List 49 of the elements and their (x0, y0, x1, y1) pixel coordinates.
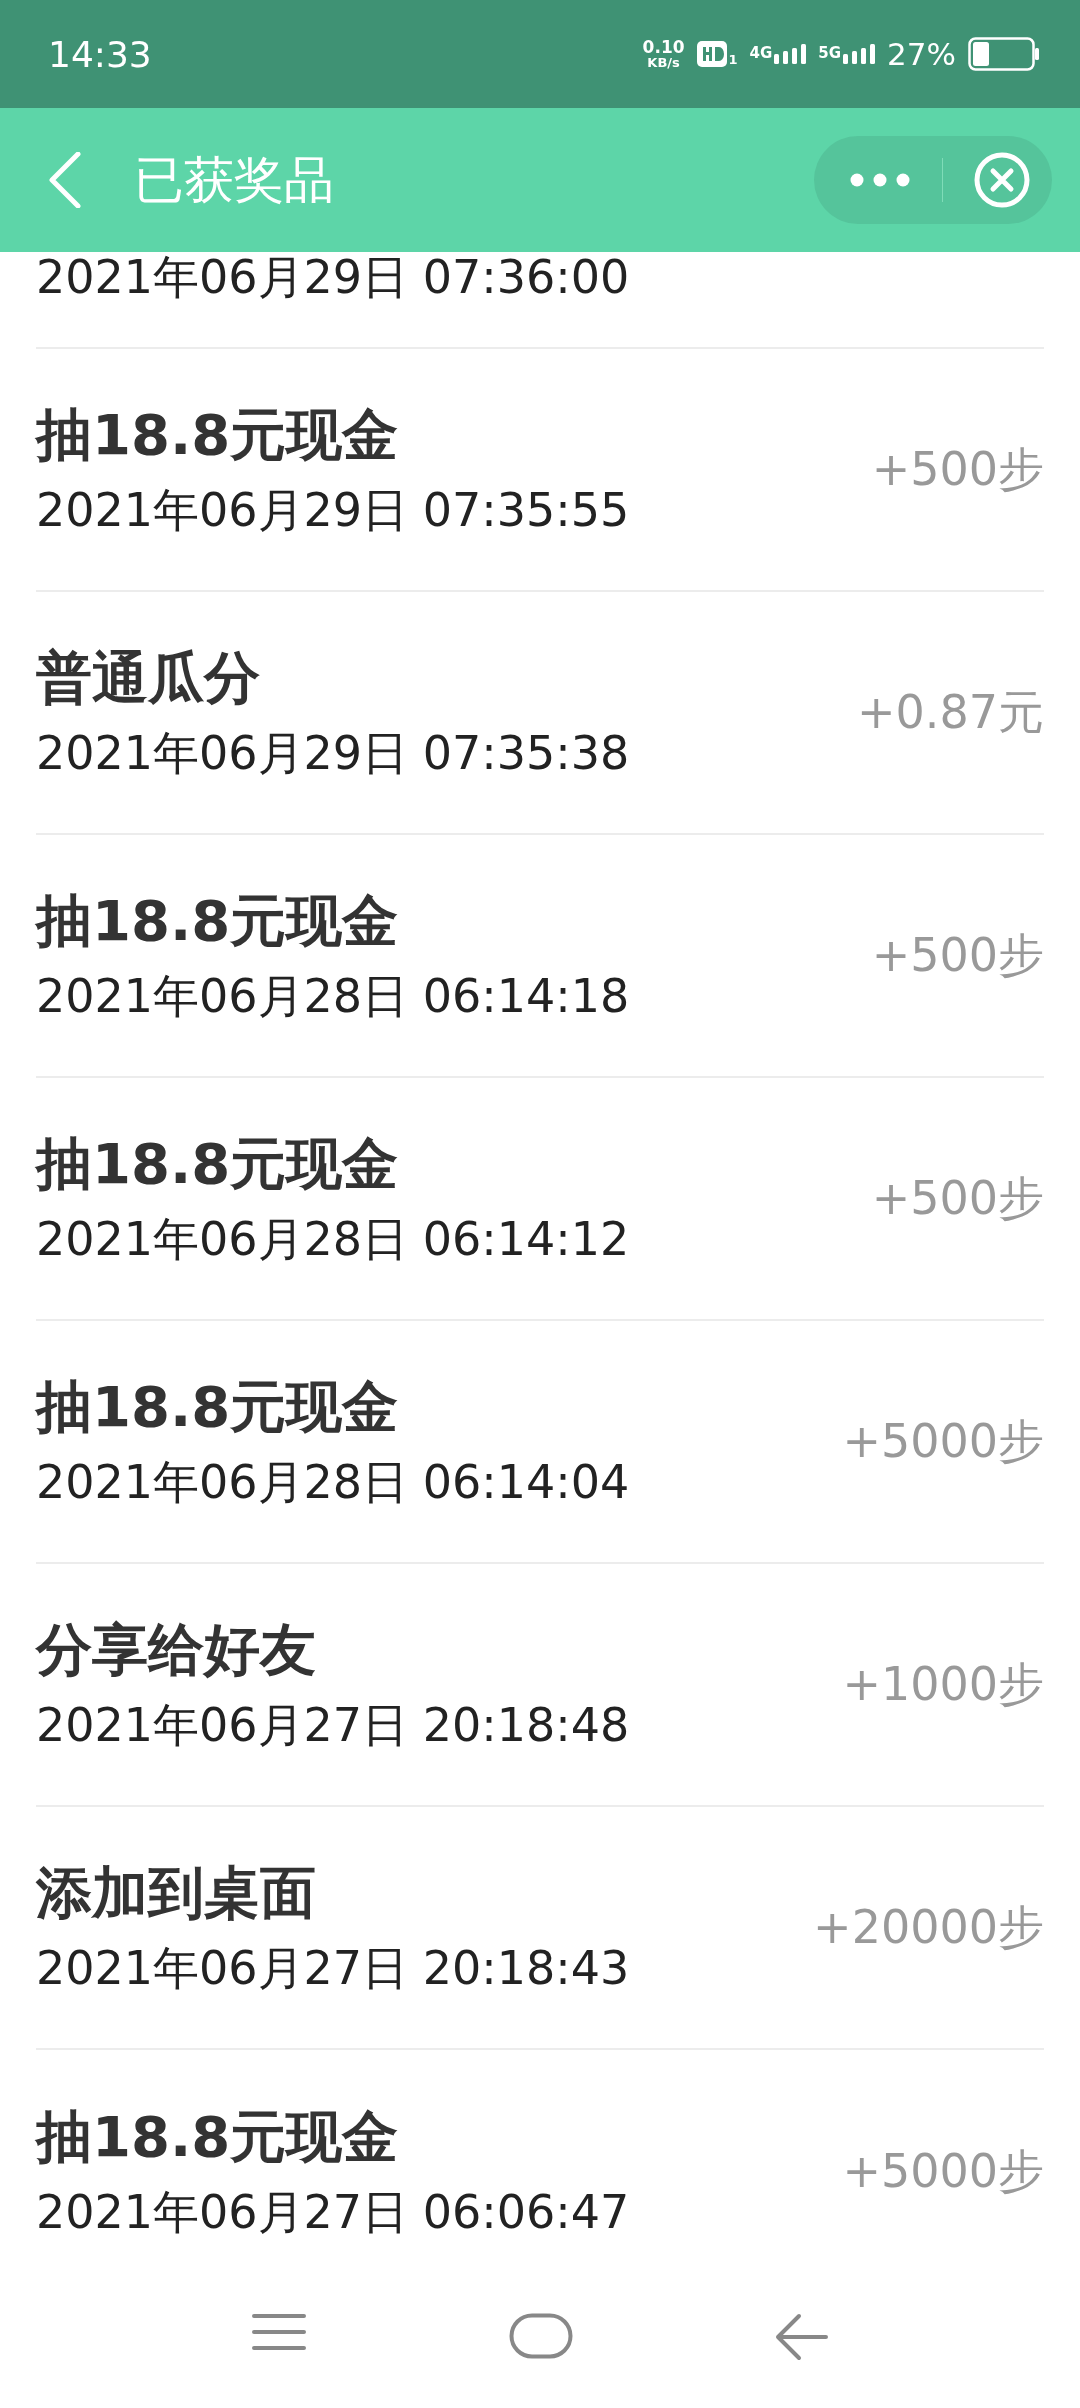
record-title: 抽18.8元现金 (36, 1373, 400, 1441)
network-label: 5G (818, 44, 842, 62)
signal-icon (774, 44, 807, 64)
record-date: 2021年06月29日 07:35:55 (36, 482, 630, 538)
back-icon (48, 152, 82, 208)
record-date: 2021年06月28日 06:14:18 (36, 968, 630, 1024)
hd-sub-label: 1 (728, 52, 738, 67)
reward-amount: +0.87元 (857, 683, 1044, 741)
close-icon (974, 152, 1030, 208)
record-date: 2021年06月27日 20:18:48 (36, 1697, 630, 1753)
reward-amount: +500步 (871, 1169, 1044, 1227)
reward-amount: +1000步 (842, 1655, 1044, 1713)
close-button[interactable] (974, 152, 1030, 208)
speed-unit: KB/s (647, 56, 680, 69)
record-date: 2021年06月29日 07:35:38 (36, 725, 630, 781)
record-title: 抽18.8元现金 (36, 2103, 400, 2171)
menu-icon (251, 2313, 307, 2351)
page-title: 已获奖品 (134, 149, 335, 211)
reward-amount: +5000步 (842, 2142, 1044, 2200)
more-button[interactable] (850, 173, 910, 187)
hd-icon (696, 41, 727, 67)
record-date: 2021年06月29日 07:36:00 (36, 252, 630, 306)
record-title: 抽18.8元现金 (36, 401, 400, 469)
record-date: 2021年06月27日 06:06:47 (36, 2184, 630, 2240)
reward-amount: +500步 (871, 926, 1044, 984)
record-title: 分享给好友 (36, 1616, 317, 1684)
reward-amount: +20000步 (813, 1898, 1044, 1956)
record-date: 2021年06月28日 06:14:04 (36, 1454, 630, 1510)
reward-amount: +5000步 (842, 1412, 1044, 1470)
network-label: 4G (749, 44, 773, 62)
menu-button[interactable] (251, 2313, 307, 2351)
battery-percent: 27% (887, 36, 956, 72)
record-title: 普通瓜分 (36, 644, 261, 712)
record-date: 2021年06月28日 06:14:12 (36, 1211, 630, 1267)
signal-icon (843, 44, 876, 64)
record-title: 抽18.8元现金 (36, 887, 400, 955)
back-button[interactable] (48, 152, 82, 208)
battery-icon (968, 37, 1040, 71)
clock: 14:33 (48, 33, 152, 75)
reward-amount: +500步 (871, 440, 1044, 498)
more-icon (850, 173, 910, 187)
home-button[interactable] (509, 2313, 573, 2359)
home-icon (509, 2313, 573, 2359)
record-title: 抽18.8元现金 (36, 1130, 400, 1198)
back-nav-button[interactable] (775, 2313, 829, 2361)
record-title: 添加到桌面 (36, 1859, 317, 1927)
speed-value: 0.10 (642, 39, 685, 56)
back-arrow-icon (775, 2313, 829, 2361)
record-date: 2021年06月27日 20:18:43 (36, 1940, 630, 1996)
